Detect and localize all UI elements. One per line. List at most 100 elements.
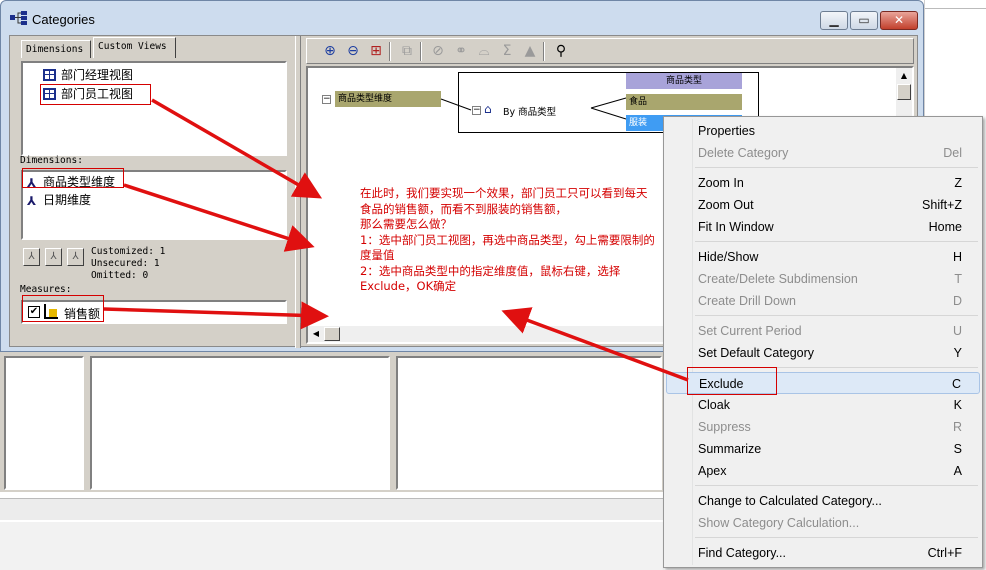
close-button[interactable]: ✕ [880,11,918,30]
menu-item-summarize[interactable]: Summarize S [666,438,980,460]
maximize-button[interactable]: ▭ [850,11,878,30]
panel-splitter[interactable] [295,36,301,348]
date-dimension-icon: ⅄ [27,194,37,208]
category-node[interactable]: By 商品类型 [503,104,556,118]
menu-item-set-default-category[interactable]: Set Default Category Y [666,342,980,364]
menu-item-shortcut: Shift+Z [922,198,962,212]
copy-icon[interactable]: ⧉ [398,42,416,60]
annotation-line: 1：选中部门员工视图，再选中商品类型，勾上需要限制的 [360,232,655,247]
menu-separator [695,485,978,486]
toolbar-separator [543,42,545,61]
annotation-line: 度量值 [360,248,395,262]
level-header: 商品类型 [626,73,742,89]
minimize-button[interactable]: ▁ [820,11,848,30]
highlight-box [40,84,151,105]
menu-item-shortcut: K [953,398,962,412]
menu-item-properties[interactable]: Properties [666,120,980,142]
menu-item-label: Apex [698,464,727,478]
window-title: Categories [32,12,95,27]
menu-item-shortcut: Z [954,176,962,190]
background-pane [90,356,390,490]
menu-item-create-delete-subdimension[interactable]: Create/Delete Subdimension T [666,268,980,290]
background-bottom-area [0,522,664,570]
annotation-line: 在此时，我们要实现一个效果，部门员工只可以看到每天 [360,186,648,200]
highlight-box [22,168,124,188]
toolbar-separator [389,42,391,61]
security-button[interactable]: ⅄ [23,248,40,266]
maximize-icon: ▭ [858,13,870,27]
menu-item-label: Create/Delete Subdimension [698,272,858,286]
menu-item-label: Summarize [698,442,762,456]
menu-item-create-drill-down[interactable]: Create Drill Down D [666,290,980,312]
menu-item-shortcut: A [953,464,962,478]
menu-item-shortcut: C [951,377,961,391]
menu-item-apex[interactable]: Apex A [666,460,980,482]
menu-item-suppress[interactable]: Suppress R [666,416,980,438]
annotation-line: 食品的销售额，而看不到服装的销售额， [360,201,567,216]
menu-item-label: Zoom Out [698,198,754,212]
tab-custom-views[interactable]: Custom Views [93,37,176,58]
scroll-thumb[interactable] [897,84,911,100]
menu-item-label: Find Category... [698,546,787,560]
title-bar[interactable]: Categories ▁ ▭ ✕ [1,1,923,35]
zoom-out-icon[interactable]: ⊖ [344,42,362,60]
menu-item-label: Suppress [698,420,751,434]
customized-count: Customized: 1 [91,246,166,257]
summarize-icon[interactable]: Σ [498,42,516,60]
menu-item-set-current-period[interactable]: Set Current Period U [666,320,980,342]
view-label: 部门经理视图 [61,68,134,82]
cloak-icon[interactable]: ⚭ [452,42,470,60]
view-stats: Customized: 1 Unsecured: 1 Omitted: 0 [91,246,165,282]
background-pane [4,356,84,490]
menu-item-zoom-in[interactable]: Zoom In Z [666,172,980,194]
menu-item-shortcut: S [953,442,962,456]
tab-dimensions[interactable]: Dimensions [21,40,91,58]
exclude-icon[interactable]: ⊘ [429,42,447,60]
tree-icon [10,11,27,25]
annotation-line: Exclude，OK确定 [360,279,457,293]
collapse-icon[interactable]: − [472,106,481,115]
menu-item-label: Change to Calculated Category... [698,494,882,508]
apex-icon[interactable]: ▲ [521,42,539,60]
security-button[interactable]: ⅄ [67,248,84,266]
category-child-node[interactable]: 食品 [626,94,742,110]
zoom-in-icon[interactable]: ⊕ [321,42,339,60]
dimension-item[interactable]: ⅄ 日期维度 [27,192,91,208]
suppress-icon[interactable]: ⌓ [475,42,493,60]
close-icon: ✕ [893,13,905,27]
menu-item-label: Delete Category [698,146,789,160]
menu-item-cloak[interactable]: Cloak K [666,394,980,416]
view-item[interactable]: 部门经理视图 [43,67,133,83]
menu-item-shortcut: Ctrl+F [927,546,962,560]
security-button[interactable]: ⅄ [45,248,62,266]
menu-item-zoom-out[interactable]: Zoom Out Shift+Z [666,194,980,216]
view-icon [43,69,56,81]
fit-window-icon[interactable]: ⊞ [367,42,385,60]
custom-views-list[interactable]: 部门经理视图 部门员工视图 [21,61,287,156]
find-icon[interactable]: ⚲ [552,42,570,60]
menu-item-fit-in-window[interactable]: Fit In Window Home [666,216,980,238]
menu-item-label: Zoom In [698,176,744,190]
scroll-up-icon[interactable]: ▲ [896,68,912,84]
dimension-label: 日期维度 [43,193,92,207]
menu-item-hide-show[interactable]: Hide/Show H [666,246,980,268]
menu-item-shortcut: Y [953,346,962,360]
dimensions-label: Dimensions: [20,155,83,166]
menu-item-shortcut: Del [943,146,962,160]
context-menu: Properties Delete Category Del Zoom In Z Z… [663,116,983,568]
menu-item-change-to-calculated-category[interactable]: Change to Calculated Category... [666,490,980,512]
background-status-bar [0,498,664,520]
menu-separator [695,167,978,168]
menu-item-label: Show Category Calculation... [698,516,860,530]
scroll-thumb[interactable] [324,327,340,341]
menu-item-delete-category[interactable]: Delete Category Del [666,142,980,164]
scroll-left-icon[interactable]: ◀ [308,326,324,342]
menu-item-show-category-calculation[interactable]: Show Category Calculation... [666,512,980,534]
menu-item-label: Hide/Show [698,250,759,264]
menu-separator [695,241,978,242]
annotation-line: 那么需要怎么做？ [360,217,452,231]
menu-item-find-category[interactable]: Find Category... Ctrl+F [666,542,980,564]
menu-separator [695,537,978,538]
diagram-toolbar: ⊕ ⊖ ⊞ ⧉ ⊘ ⚭ ⌓ Σ ▲ ⚲ [306,38,914,64]
menu-item-shortcut: R [952,420,962,434]
